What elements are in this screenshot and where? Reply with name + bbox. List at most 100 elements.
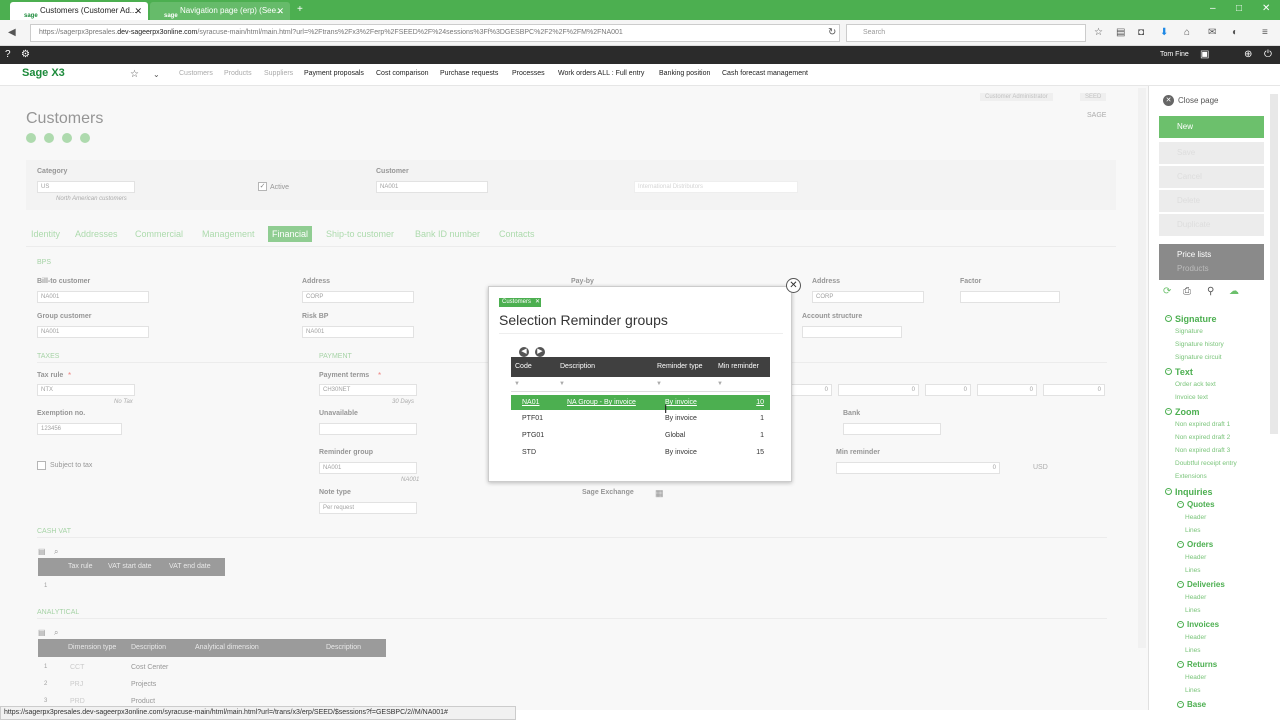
column-header-code[interactable]: Code xyxy=(515,357,532,377)
comment-icon[interactable]: ☁ xyxy=(1229,286,1239,298)
close-crumb-icon[interactable]: ✕ xyxy=(535,298,540,307)
group-text[interactable]: – Text xyxy=(1165,367,1193,377)
link-signature-circuit[interactable]: Signature circuit xyxy=(1175,354,1222,361)
collapse-icon[interactable]: – xyxy=(1177,541,1184,548)
right-panel-scrollbar[interactable] xyxy=(1270,94,1278,434)
group-base[interactable]: – Base xyxy=(1177,700,1206,709)
filter-icon[interactable]: ▼ xyxy=(717,381,723,387)
row-description[interactable]: NA Group - By invoice xyxy=(567,395,636,410)
link-quotes-header[interactable]: Header xyxy=(1185,514,1206,521)
group-signature[interactable]: – Signature xyxy=(1165,314,1217,324)
row-code[interactable]: PTG01 xyxy=(522,428,544,443)
link-order-ack-text[interactable]: Order ack text xyxy=(1175,381,1216,388)
link-invoice-text[interactable]: Invoice text xyxy=(1175,394,1208,401)
table-row[interactable]: PTG01 Global 1 xyxy=(511,428,770,443)
collapse-icon[interactable]: – xyxy=(1177,661,1184,668)
column-header-min-reminder[interactable]: Min reminder xyxy=(718,357,759,377)
link-signature-history[interactable]: Signature history xyxy=(1175,341,1224,348)
menu-item-payment-proposals[interactable]: Payment proposals xyxy=(304,70,364,77)
collapse-icon[interactable]: – xyxy=(1177,501,1184,508)
menu-item-work-orders[interactable]: Work orders ALL : Full entry xyxy=(558,70,644,77)
collapse-icon[interactable]: – xyxy=(1165,315,1172,322)
refresh-icon[interactable]: ⟳ xyxy=(1163,286,1171,298)
delete-button[interactable]: Delete xyxy=(1159,190,1264,212)
link-doubtful-receipt-entry[interactable]: Doubtful receipt entry xyxy=(1175,460,1237,467)
link-orders-lines[interactable]: Lines xyxy=(1185,567,1201,574)
link-returns-lines[interactable]: Lines xyxy=(1185,687,1201,694)
link-non-expired-draft-2[interactable]: Non expired draft 2 xyxy=(1175,434,1230,441)
price-lists-button[interactable]: Price lists Products xyxy=(1159,244,1264,280)
dropdown-icon[interactable]: ⌄ xyxy=(153,69,160,81)
group-invoices[interactable]: – Invoices xyxy=(1177,620,1219,629)
previous-page-icon[interactable]: ◀ xyxy=(519,347,529,357)
browser-tab-customers[interactable]: sage Customers (Customer Ad... ✕ xyxy=(10,2,148,20)
next-page-icon[interactable]: ▶ xyxy=(535,347,545,357)
extension-icon[interactable]: ◐ xyxy=(1232,27,1238,39)
menu-icon[interactable]: ≡ xyxy=(1262,27,1268,39)
menu-item-cash-forecast[interactable]: Cash forecast management xyxy=(722,70,808,77)
sage-x3-logo[interactable]: Sage X3 xyxy=(22,67,65,79)
globe-icon[interactable]: ⊕ xyxy=(1244,49,1252,61)
bookmark-star-icon[interactable]: ☆ xyxy=(1094,27,1103,39)
collapse-icon[interactable]: – xyxy=(1165,488,1172,495)
collapse-icon[interactable]: – xyxy=(1165,368,1172,375)
link-returns-header[interactable]: Header xyxy=(1185,674,1206,681)
link-non-expired-draft-3[interactable]: Non expired draft 3 xyxy=(1175,447,1230,454)
column-header-reminder-type[interactable]: Reminder type xyxy=(657,357,703,377)
row-code[interactable]: PTF01 xyxy=(522,411,543,426)
save-button[interactable]: Save xyxy=(1159,142,1264,164)
collapse-icon[interactable]: – xyxy=(1165,408,1172,415)
group-zoom[interactable]: – Zoom xyxy=(1165,407,1200,417)
link-extensions[interactable]: Extensions xyxy=(1175,473,1207,480)
favorite-star-icon[interactable]: ☆ xyxy=(130,69,139,81)
filter-icon[interactable]: ▼ xyxy=(514,381,520,387)
duplicate-button[interactable]: Duplicate xyxy=(1159,214,1264,236)
group-orders[interactable]: – Orders xyxy=(1177,540,1213,549)
link-quotes-lines[interactable]: Lines xyxy=(1185,527,1201,534)
menu-item-customers[interactable]: Customers xyxy=(179,70,213,77)
row-code[interactable]: NA01 xyxy=(522,395,540,410)
close-page-label[interactable]: Close page xyxy=(1178,96,1218,105)
browser-tab-navigation[interactable]: sage Navigation page (erp) (See... ✕ xyxy=(150,2,290,20)
print-icon[interactable]: ⎙ xyxy=(1183,286,1191,298)
link-deliveries-lines[interactable]: Lines xyxy=(1185,607,1201,614)
back-icon[interactable]: ◀ xyxy=(8,27,16,39)
menu-item-processes[interactable]: Processes xyxy=(512,70,545,77)
row-code[interactable]: STD xyxy=(522,445,536,460)
link-deliveries-header[interactable]: Header xyxy=(1185,594,1206,601)
chat-icon[interactable]: ✉ xyxy=(1208,27,1216,39)
user-name[interactable]: Tom Fine xyxy=(1160,51,1189,58)
table-row[interactable]: PTF01 By invoice 1 xyxy=(511,411,770,426)
link-non-expired-draft-1[interactable]: Non expired draft 1 xyxy=(1175,421,1230,428)
menu-item-purchase-requests[interactable]: Purchase requests xyxy=(440,70,498,77)
link-invoices-lines[interactable]: Lines xyxy=(1185,647,1201,654)
download-icon[interactable]: ⬇ xyxy=(1160,27,1168,39)
collapse-icon[interactable]: – xyxy=(1177,581,1184,588)
minimize-icon[interactable]: – xyxy=(1210,3,1216,15)
reading-list-icon[interactable]: ▤ xyxy=(1116,27,1125,39)
cancel-button[interactable]: Cancel xyxy=(1159,166,1264,188)
browser-search-input[interactable]: Search xyxy=(846,24,1086,42)
breadcrumb[interactable]: Customers ✕ xyxy=(499,298,542,307)
new-tab-icon[interactable]: + xyxy=(297,4,303,16)
settings-icon[interactable]: ⚙ xyxy=(21,49,30,61)
menu-item-products[interactable]: Products xyxy=(224,70,252,77)
link-signature[interactable]: Signature xyxy=(1175,328,1203,335)
row-min-reminder[interactable]: 10 xyxy=(756,395,764,410)
close-tab-icon[interactable]: ✕ xyxy=(276,2,284,20)
home-icon[interactable]: ⌂ xyxy=(1184,27,1190,39)
table-row-selected[interactable]: NA01 NA Group - By invoice By invoice 10 xyxy=(511,395,770,410)
url-field[interactable]: https://sagerpx3presales.dev-sageerpx3on… xyxy=(30,24,840,42)
attachment-icon[interactable]: ⚲ xyxy=(1207,286,1214,298)
reload-icon[interactable]: ↻ xyxy=(828,27,836,39)
group-returns[interactable]: – Returns xyxy=(1177,660,1217,669)
close-page-icon[interactable]: ✕ xyxy=(1163,95,1174,106)
link-invoices-header[interactable]: Header xyxy=(1185,634,1206,641)
link-orders-header[interactable]: Header xyxy=(1185,554,1206,561)
table-row[interactable]: STD By invoice 15 xyxy=(511,445,770,460)
column-header-description[interactable]: Description xyxy=(560,357,595,377)
menu-item-suppliers[interactable]: Suppliers xyxy=(264,70,293,77)
user-avatar-icon[interactable]: ▣ xyxy=(1200,49,1209,61)
filter-icon[interactable]: ▼ xyxy=(656,381,662,387)
close-tab-icon[interactable]: ✕ xyxy=(134,2,142,20)
